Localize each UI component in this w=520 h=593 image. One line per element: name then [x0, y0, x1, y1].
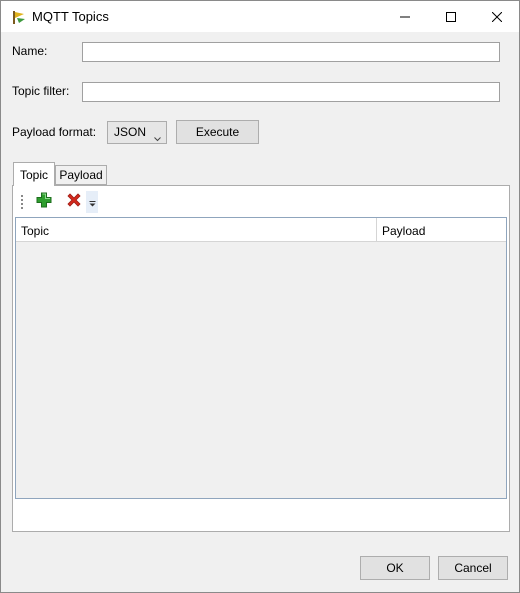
ok-button[interactable]: OK — [360, 556, 430, 580]
maximize-icon — [446, 11, 456, 22]
payload-format-select[interactable]: JSON — [107, 121, 167, 144]
grid-header: Topic Payload — [16, 218, 506, 242]
window-title: MQTT Topics — [32, 9, 109, 24]
column-header-payload[interactable]: Payload — [377, 218, 506, 242]
overflow-icon — [89, 196, 96, 210]
topic-filter-input[interactable] — [82, 82, 500, 102]
toolbar-overflow-button[interactable] — [86, 191, 98, 213]
mqtt-app-icon — [11, 9, 27, 25]
delete-topic-button[interactable] — [64, 191, 84, 211]
maximize-button[interactable] — [428, 1, 474, 32]
close-button[interactable] — [474, 1, 520, 32]
add-topic-button[interactable] — [34, 191, 54, 211]
name-input[interactable] — [82, 42, 500, 62]
execute-button[interactable]: Execute — [176, 120, 259, 144]
topic-filter-label: Topic filter: — [12, 84, 70, 98]
title-bar[interactable]: MQTT Topics — [1, 1, 519, 32]
close-icon — [492, 11, 502, 22]
name-label: Name: — [12, 44, 48, 58]
minimize-button[interactable] — [382, 1, 428, 32]
tab-topic[interactable]: Topic — [13, 162, 55, 186]
toolbar — [16, 190, 216, 214]
minimize-icon — [400, 12, 410, 22]
column-header-topic[interactable]: Topic — [16, 218, 377, 242]
delete-icon — [66, 192, 82, 211]
tab-payload[interactable]: Payload — [55, 165, 107, 185]
add-icon — [36, 192, 52, 211]
payload-format-value: JSON — [114, 125, 147, 139]
chevron-down-icon — [154, 131, 161, 145]
mqtt-topics-dialog: MQTT Topics Name: Topic filter: Payload … — [0, 0, 520, 593]
payload-format-label: Payload format: — [12, 125, 97, 139]
toolbar-grip[interactable] — [21, 195, 23, 209]
cancel-button[interactable]: Cancel — [438, 556, 508, 580]
topics-grid[interactable]: Topic Payload — [15, 217, 507, 499]
